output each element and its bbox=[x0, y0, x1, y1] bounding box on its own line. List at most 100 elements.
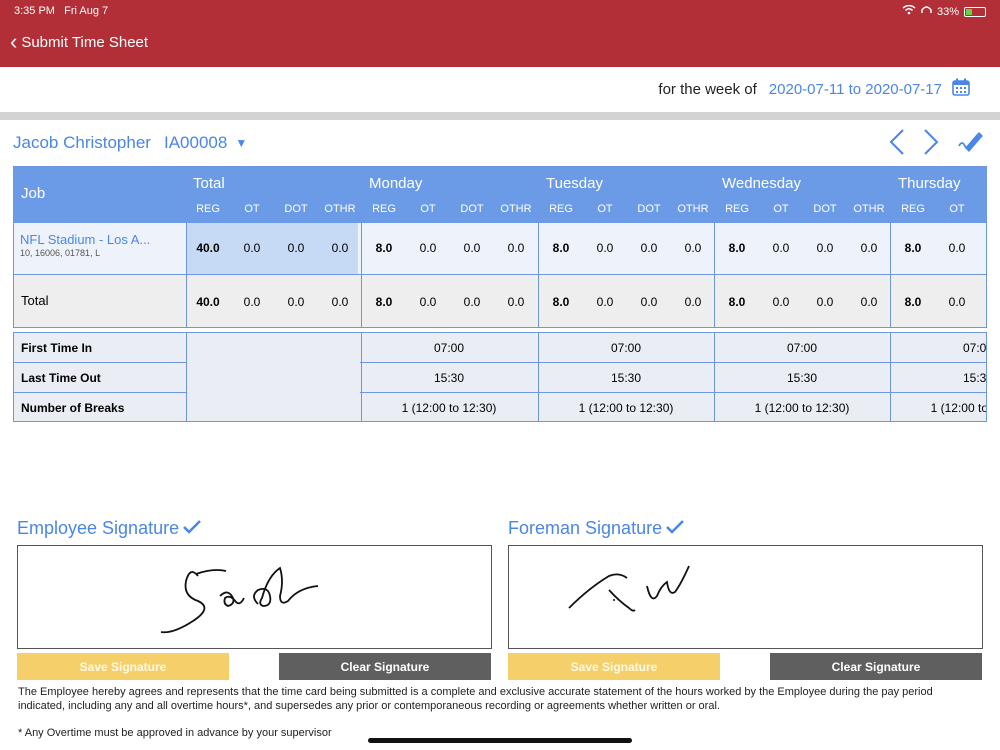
foreman-signature-label: Foreman Signature bbox=[508, 518, 663, 538]
day-title: Tuesday bbox=[546, 175, 603, 192]
hours-cell[interactable]: 8.0 bbox=[362, 241, 406, 255]
hours-cell[interactable]: 8.0 bbox=[715, 241, 759, 255]
hours-cell[interactable]: 0.0 bbox=[406, 241, 450, 255]
total-cell: 8.0 bbox=[375, 295, 393, 309]
hours-cell[interactable]: 0.0 bbox=[935, 241, 979, 255]
hours-cell[interactable]: 0.0 bbox=[318, 241, 362, 255]
subcol-dot: DOT bbox=[637, 203, 661, 215]
total-cell: 40.0 bbox=[196, 295, 220, 309]
grid-divider bbox=[360, 362, 986, 363]
breaks-value[interactable]: 1 (12:00 to 12:30) bbox=[538, 401, 714, 415]
hours-cell[interactable]: 0.0 bbox=[759, 241, 803, 255]
employee-selector[interactable]: Jacob Christopher IA00008 ▼ bbox=[13, 133, 247, 153]
hours-cell[interactable]: 0.0 bbox=[230, 241, 274, 255]
back-button[interactable]: ‹ Submit Time Sheet bbox=[10, 31, 148, 53]
first-time-in-value[interactable]: 07:00 bbox=[538, 341, 714, 355]
hours-cell[interactable]: 0.0 bbox=[274, 241, 318, 255]
subcol-reg: REG bbox=[196, 203, 220, 215]
hours-cell[interactable]: 0.0 bbox=[583, 241, 627, 255]
home-indicator[interactable] bbox=[368, 738, 632, 743]
hours-cell[interactable]: 0.0 bbox=[627, 241, 671, 255]
grid-divider bbox=[714, 333, 715, 421]
subcol-dot: DOT bbox=[460, 203, 484, 215]
week-selector: for the week of 2020-07-11 to 2020-07-17 bbox=[658, 78, 970, 100]
last-time-out-value[interactable]: 15:30 bbox=[714, 371, 890, 385]
sign-pen-icon[interactable] bbox=[957, 130, 985, 159]
hours-cell[interactable]: 0.0 bbox=[494, 241, 538, 255]
hours-cell[interactable]: 8.0 bbox=[539, 241, 583, 255]
last-time-out-value[interactable]: 15:30 bbox=[890, 371, 986, 385]
grid-divider bbox=[890, 333, 891, 421]
day-header-wednesday: Wednesday REG OT DOT OTHR bbox=[715, 167, 891, 223]
total-cell: 0.0 bbox=[331, 295, 349, 309]
total-cell: 8.0 bbox=[728, 295, 746, 309]
status-bar: 3:35 PM Fri Aug 7 33% bbox=[0, 0, 1000, 22]
hours-cell[interactable]: 0.0 bbox=[803, 241, 847, 255]
employee-signature-drawing bbox=[160, 566, 319, 634]
subcol-othr: OTHR bbox=[677, 203, 709, 215]
hours-cell[interactable]: 0.0 bbox=[847, 241, 891, 255]
last-time-out-label: Last Time Out bbox=[21, 371, 101, 385]
total-cell: 0.0 bbox=[507, 295, 525, 309]
hours-cell[interactable]: 0.0 bbox=[450, 241, 494, 255]
employee-signature-pad[interactable] bbox=[17, 545, 492, 649]
employee-clear-signature-button[interactable]: Clear Signature bbox=[279, 653, 491, 680]
grid-divider bbox=[714, 167, 715, 327]
grid-divider bbox=[538, 333, 539, 421]
total-cell: 0.0 bbox=[463, 295, 481, 309]
grid-divider bbox=[14, 362, 186, 363]
job-subtitle: 10, 16006, 01781, L bbox=[20, 248, 101, 258]
first-time-in-value[interactable]: 07:00 bbox=[714, 341, 890, 355]
employee-signature-title: Employee Signature bbox=[17, 518, 201, 539]
total-cell: 0.0 bbox=[772, 295, 790, 309]
breaks-value[interactable]: 1 (12:00 to 12:30) bbox=[361, 401, 537, 415]
hours-cell[interactable]: 0.0 bbox=[671, 241, 715, 255]
subcol-ot: OT bbox=[773, 203, 789, 215]
employee-name: Jacob Christopher bbox=[13, 133, 151, 152]
checkmark-icon bbox=[666, 518, 684, 539]
first-time-in-value[interactable]: 07:00 bbox=[361, 341, 537, 355]
last-time-out-value[interactable]: 15:30 bbox=[361, 371, 537, 385]
caret-down-icon: ▼ bbox=[235, 136, 248, 150]
subcol-reg: REG bbox=[901, 203, 925, 215]
total-cell: 0.0 bbox=[948, 295, 966, 309]
week-range[interactable]: 2020-07-11 to 2020-07-17 bbox=[769, 81, 942, 98]
nav-bar: ‹ Submit Time Sheet bbox=[0, 22, 1000, 67]
foreman-signature-pad[interactable] bbox=[508, 545, 983, 649]
calendar-icon[interactable] bbox=[952, 78, 970, 100]
total-cell: 8.0 bbox=[904, 295, 922, 309]
hours-cell[interactable]: 8.0 bbox=[891, 241, 935, 255]
disclaimer-text: The Employee hereby agrees and represent… bbox=[18, 686, 933, 712]
grid-divider bbox=[890, 167, 891, 327]
hours-cell[interactable]: 40.0 bbox=[186, 241, 230, 255]
subcol-reg: REG bbox=[549, 203, 573, 215]
battery-icon bbox=[964, 6, 986, 17]
day-title: Total bbox=[193, 175, 225, 192]
first-time-in-value[interactable]: 07:00 bbox=[890, 341, 986, 355]
employee-save-signature-button[interactable]: Save Signature bbox=[17, 653, 229, 680]
breaks-value[interactable]: 1 (12:00 to 12:30) bbox=[714, 401, 890, 415]
grid-divider bbox=[186, 333, 187, 421]
next-week-button[interactable] bbox=[923, 128, 939, 161]
grid-divider bbox=[14, 392, 186, 393]
first-time-in-label: First Time In bbox=[21, 341, 93, 355]
job-column-header: Job bbox=[14, 167, 186, 223]
total-cell: 0.0 bbox=[243, 295, 261, 309]
section-divider bbox=[0, 112, 1000, 120]
job-cell[interactable]: NFL Stadium - Los A... 10, 16006, 01781,… bbox=[20, 232, 150, 258]
breaks-value[interactable]: 1 (12:00 to 12:30) bbox=[890, 401, 986, 415]
grid-divider bbox=[361, 333, 362, 421]
subcol-reg: REG bbox=[725, 203, 749, 215]
foreman-clear-signature-button[interactable]: Clear Signature bbox=[770, 653, 982, 680]
week-label: for the week of bbox=[658, 80, 757, 98]
subcol-ot: OT bbox=[597, 203, 613, 215]
subcol-othr: OTHR bbox=[324, 203, 356, 215]
last-time-out-value[interactable]: 15:30 bbox=[538, 371, 714, 385]
total-cell: 0.0 bbox=[684, 295, 702, 309]
total-cell: 0.0 bbox=[816, 295, 834, 309]
grid-divider bbox=[360, 392, 986, 393]
subcol-othr: OTHR bbox=[853, 203, 885, 215]
foreman-save-signature-button[interactable]: Save Signature bbox=[508, 653, 720, 680]
subcol-othr: OTHR bbox=[500, 203, 532, 215]
previous-week-button[interactable] bbox=[889, 128, 905, 161]
